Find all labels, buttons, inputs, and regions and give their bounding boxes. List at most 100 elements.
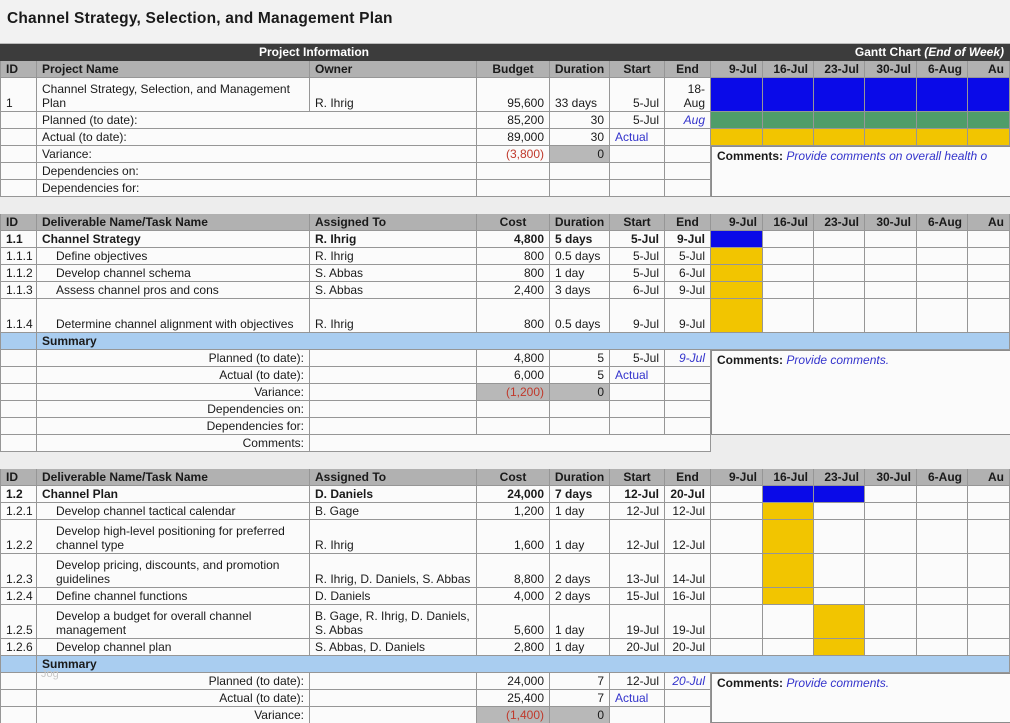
gantt-cell[interactable] <box>865 605 917 639</box>
cell-start[interactable]: 5-Jul <box>610 112 665 129</box>
gantt-cell[interactable] <box>968 486 1010 503</box>
cell-end[interactable]: 9-Jul <box>665 350 711 367</box>
cell-owner[interactable]: R. Ihrig, D. Daniels, S. Abbas <box>310 554 477 588</box>
gantt-week-header[interactable]: 9-Jul <box>711 469 763 486</box>
cell-end[interactable]: 5-Jul <box>665 248 711 265</box>
gantt-week-header[interactable]: 23-Jul <box>814 61 865 78</box>
gantt-bar-cell[interactable] <box>865 78 917 112</box>
gantt-cell[interactable] <box>968 503 1010 520</box>
cell-id[interactable] <box>0 707 37 723</box>
cell-task-name[interactable]: Define objectives <box>37 248 310 265</box>
cell-label[interactable]: Dependencies on: <box>37 401 310 418</box>
column-header-id[interactable]: ID <box>0 469 37 486</box>
cell-owner[interactable]: B. Gage <box>310 503 477 520</box>
cell-start[interactable]: 5-Jul <box>610 248 665 265</box>
cell-owner[interactable]: S. Abbas <box>310 282 477 299</box>
cell-duration[interactable]: 3 days <box>550 282 610 299</box>
summary-bar-label[interactable]: Summary <box>37 333 1010 350</box>
cell-label[interactable]: Planned (to date): <box>37 350 310 367</box>
gantt-cell[interactable] <box>763 231 814 248</box>
cell-duration[interactable]: 5 <box>550 350 610 367</box>
gantt-cell[interactable] <box>917 231 968 248</box>
gantt-bar-cell[interactable] <box>763 520 814 554</box>
cell-end[interactable] <box>665 163 711 180</box>
gantt-cell[interactable] <box>865 248 917 265</box>
cell-duration[interactable]: 2 days <box>550 588 610 605</box>
gantt-week-header[interactable]: 6-Aug <box>917 469 968 486</box>
gantt-cell[interactable] <box>917 588 968 605</box>
page-title[interactable]: Channel Strategy, Selection, and Managem… <box>0 0 1010 28</box>
cell-task-name[interactable]: Develop channel plan <box>37 639 310 656</box>
gantt-cell[interactable] <box>865 486 917 503</box>
gantt-cell[interactable] <box>865 639 917 656</box>
gantt-cell[interactable] <box>763 639 814 656</box>
gantt-cell[interactable] <box>814 282 865 299</box>
cell-label[interactable]: Comments: <box>37 435 310 452</box>
cell-task-name[interactable]: Channel Strategy, Selection, and Managem… <box>37 78 310 112</box>
cell-id[interactable] <box>0 163 37 180</box>
gantt-bar-cell[interactable] <box>814 605 865 639</box>
cell-duration[interactable]: 1 day <box>550 265 610 282</box>
cell-start[interactable]: 15-Jul <box>610 588 665 605</box>
cell-duration[interactable]: 1 day <box>550 503 610 520</box>
gantt-cell[interactable] <box>711 503 763 520</box>
cell-owner[interactable]: R. Ihrig <box>310 78 477 112</box>
gantt-cell[interactable] <box>865 265 917 282</box>
cell-label[interactable]: Actual (to date): <box>37 367 310 384</box>
cell-cost[interactable]: 4,800 <box>477 231 550 248</box>
column-header-duration[interactable]: Duration <box>550 214 610 231</box>
cell-cost[interactable]: (1,200) <box>477 384 550 401</box>
gantt-bar-cell[interactable] <box>711 129 763 146</box>
gantt-bar-cell[interactable] <box>814 78 865 112</box>
cell-end[interactable]: 20-Jul <box>665 639 711 656</box>
gantt-cell[interactable] <box>814 503 865 520</box>
cell-task-name[interactable]: Channel Strategy <box>37 231 310 248</box>
column-header-cost[interactable]: Cost <box>477 469 550 486</box>
gantt-week-header[interactable]: 16-Jul <box>763 469 814 486</box>
column-header-start[interactable]: Start <box>610 61 665 78</box>
cell-start[interactable] <box>610 707 665 723</box>
gantt-bar-cell[interactable] <box>968 129 1010 146</box>
gantt-cell[interactable] <box>968 248 1010 265</box>
gantt-cell[interactable] <box>968 282 1010 299</box>
column-header-end[interactable]: End <box>665 469 711 486</box>
cell-cost[interactable]: 4,000 <box>477 588 550 605</box>
cell-empty[interactable] <box>310 707 477 723</box>
cell-cost[interactable]: 800 <box>477 265 550 282</box>
gantt-week-header[interactable]: 23-Jul <box>814 214 865 231</box>
cell-end[interactable]: 6-Jul <box>665 265 711 282</box>
cell-id[interactable] <box>0 350 37 367</box>
cell-task-name[interactable]: Determine channel alignment with objecti… <box>37 299 310 333</box>
cell-label[interactable]: Planned (to date): <box>37 112 477 129</box>
gantt-bar-cell[interactable] <box>763 112 814 129</box>
cell-owner[interactable]: R. Ihrig <box>310 520 477 554</box>
cell-start[interactable]: 5-Jul <box>610 350 665 367</box>
column-header-owner[interactable]: Owner <box>310 61 477 78</box>
gantt-cell[interactable] <box>865 588 917 605</box>
cell-duration[interactable]: 33 days <box>550 78 610 112</box>
gantt-cell[interactable] <box>968 231 1010 248</box>
cell-end[interactable]: 20-Jul <box>665 673 711 690</box>
cell-duration[interactable]: 1 day <box>550 520 610 554</box>
column-header-owner[interactable]: Assigned To <box>310 469 477 486</box>
gantt-bar-cell[interactable] <box>711 265 763 282</box>
column-header-name[interactable]: Deliverable Name/Task Name <box>37 469 310 486</box>
column-header-owner[interactable]: Assigned To <box>310 214 477 231</box>
cell-id[interactable] <box>0 112 37 129</box>
gantt-bar-cell[interactable] <box>814 112 865 129</box>
cell-cost[interactable]: (3,800) <box>477 146 550 163</box>
gantt-cell[interactable] <box>917 282 968 299</box>
cell-end[interactable]: 18-Aug <box>665 78 711 112</box>
cell-task-name[interactable]: Develop high-level positioning for prefe… <box>37 520 310 554</box>
gantt-cell[interactable] <box>917 503 968 520</box>
cell-cost[interactable]: 95,600 <box>477 78 550 112</box>
cell-task-name[interactable]: Develop channel schema <box>37 265 310 282</box>
cell-id[interactable] <box>0 435 37 452</box>
cell-id[interactable] <box>0 690 37 707</box>
cell-duration[interactable] <box>550 418 610 435</box>
cell-id[interactable] <box>0 367 37 384</box>
cell-empty[interactable] <box>310 418 477 435</box>
gantt-cell[interactable] <box>763 282 814 299</box>
column-header-end[interactable]: End <box>665 214 711 231</box>
cell-owner[interactable]: B. Gage, R. Ihrig, D. Daniels, S. Abbas <box>310 605 477 639</box>
